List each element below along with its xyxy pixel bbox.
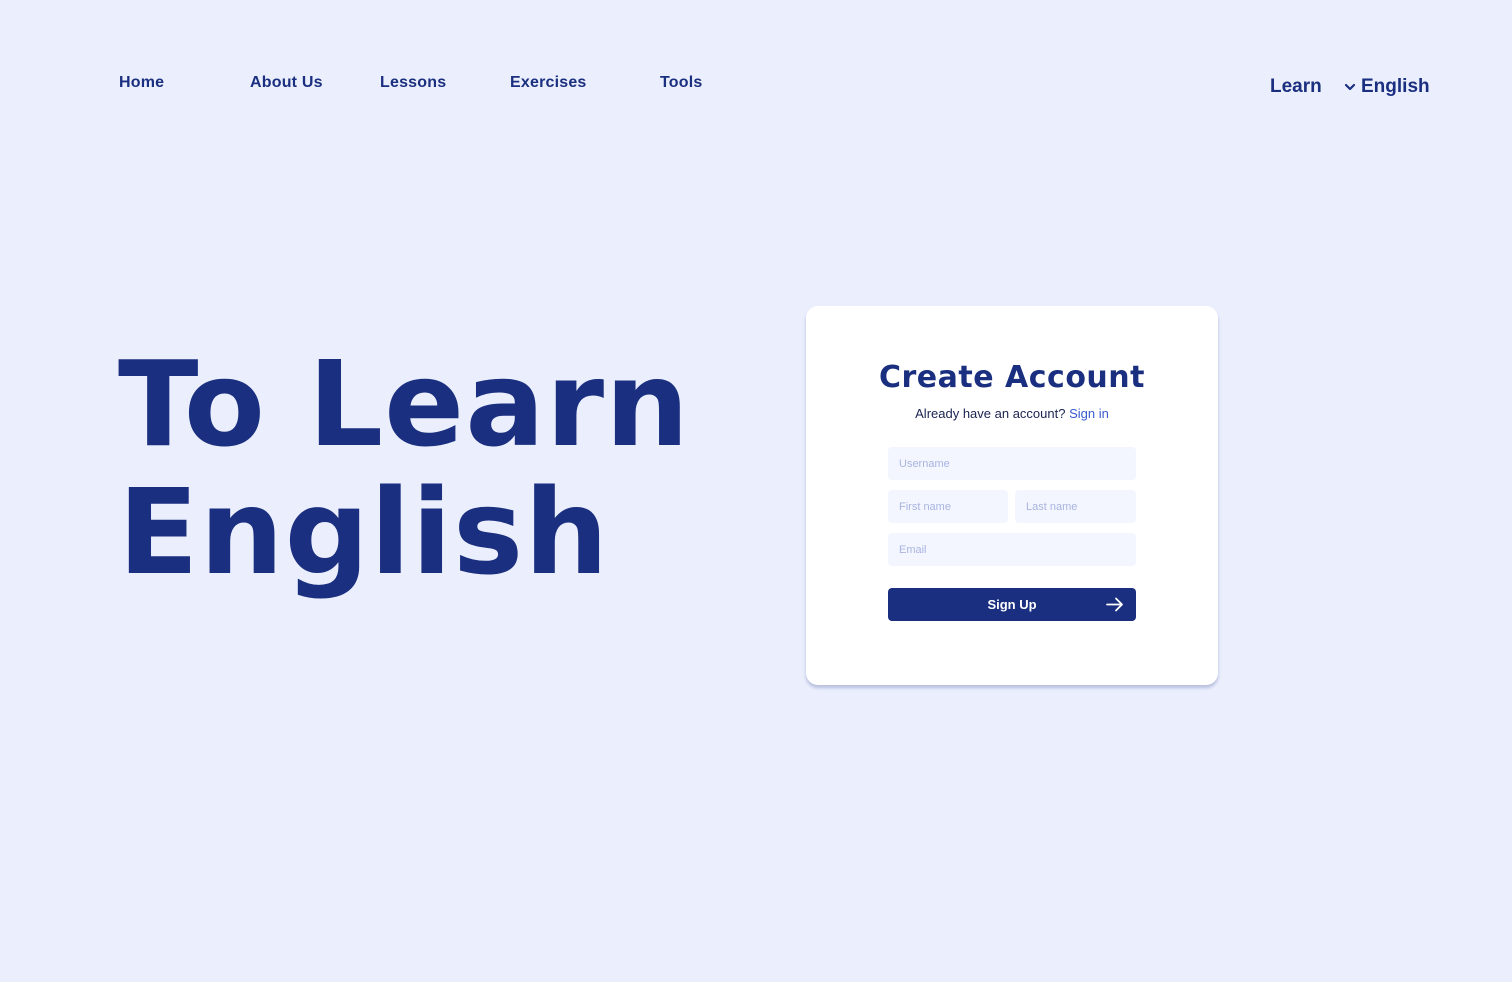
chevron-down-icon <box>1344 83 1356 91</box>
sign-up-label: Sign Up <box>987 597 1037 612</box>
hero-line-1: To Learn <box>118 335 691 473</box>
arrow-right-icon <box>1106 597 1123 612</box>
card-title: Create Account <box>879 360 1145 395</box>
nav-item-exercises[interactable]: Exercises <box>510 74 587 92</box>
signin-prompt: Already have an account? Sign in <box>806 406 1218 421</box>
hero-heading: To Learn English <box>118 340 690 596</box>
last-name-input[interactable] <box>1015 490 1136 523</box>
signin-link[interactable]: Sign in <box>1069 406 1109 421</box>
first-name-input[interactable] <box>888 490 1008 523</box>
sign-up-button[interactable]: Sign Up <box>888 588 1136 621</box>
email-input[interactable] <box>888 533 1136 566</box>
language-label: English <box>1361 76 1430 97</box>
signin-prompt-text: Already have an account? <box>915 406 1066 421</box>
nav-item-home[interactable]: Home <box>119 74 164 92</box>
signup-card: Create Account Already have an account? … <box>806 306 1218 685</box>
nav-item-lessons[interactable]: Lessons <box>380 74 446 92</box>
hero-line-2: English <box>118 463 610 601</box>
language-selector[interactable]: English <box>1343 76 1430 98</box>
nav-item-about-us[interactable]: About Us <box>250 74 323 92</box>
nav-item-tools[interactable]: Tools <box>660 74 702 92</box>
username-input[interactable] <box>888 447 1136 480</box>
learn-link[interactable]: Learn <box>1270 76 1322 98</box>
